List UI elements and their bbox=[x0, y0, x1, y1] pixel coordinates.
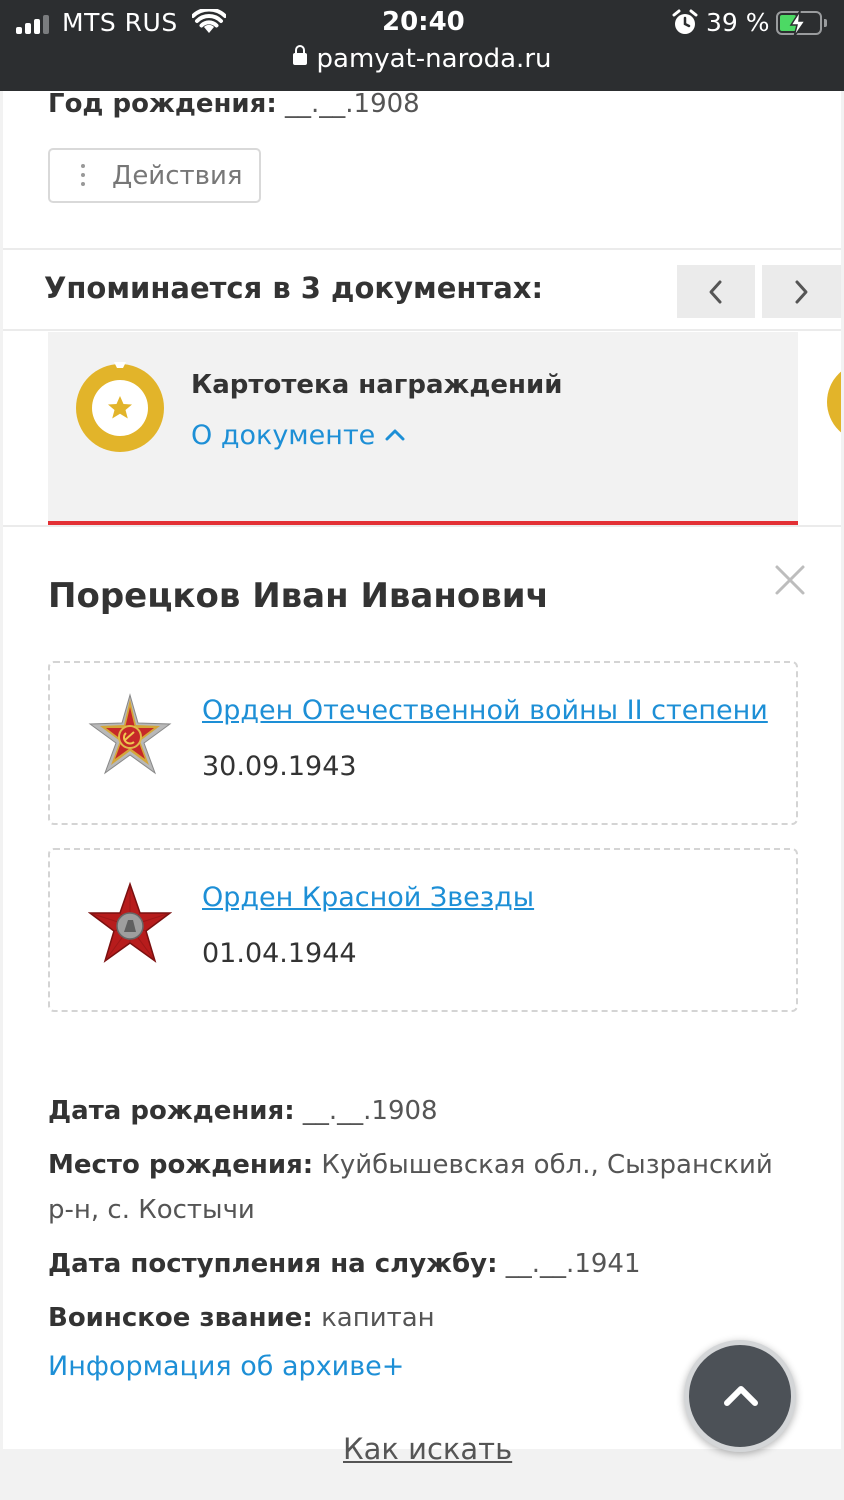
url-text: pamyat-naroda.ru bbox=[316, 44, 552, 74]
rank-value: капитан bbox=[321, 1303, 435, 1333]
divider bbox=[3, 248, 841, 250]
carrier-name: MTS RUS bbox=[62, 8, 178, 37]
lock-icon bbox=[292, 45, 307, 65]
close-icon[interactable] bbox=[773, 563, 807, 597]
service-date-value: __.__.1941 bbox=[505, 1249, 641, 1279]
service-date-label: Дата поступления на службу: bbox=[48, 1249, 498, 1279]
about-document-label: О документе bbox=[191, 420, 376, 451]
actions-button-label: Действия bbox=[112, 160, 243, 191]
chevron-up-icon bbox=[385, 429, 405, 441]
battery-icon bbox=[776, 10, 827, 38]
wifi-icon bbox=[192, 9, 226, 33]
how-to-search-link[interactable]: Как искать bbox=[343, 1432, 512, 1466]
scroll-to-top-button[interactable] bbox=[684, 1340, 796, 1452]
status-time: 20:40 bbox=[382, 7, 465, 37]
rank-label: Воинское звание: bbox=[48, 1303, 313, 1333]
award-item: Орден Отечественной войны II степени 30.… bbox=[48, 661, 798, 825]
order-patriotic-war-icon bbox=[88, 693, 172, 775]
medal-icon bbox=[76, 362, 164, 452]
document-card[interactable]: Картотека награждений О документе bbox=[48, 332, 798, 525]
award-date: 30.09.1943 bbox=[202, 751, 357, 782]
more-vertical-icon bbox=[81, 164, 85, 188]
birth-place-row: Место рождения: Куйбышевская обл., Сызра… bbox=[48, 1143, 798, 1233]
chevron-left-icon bbox=[709, 280, 722, 304]
page-content: Год рождения: __.__.1908 Действия Упомин… bbox=[3, 91, 841, 1449]
birth-date-row: Дата рождения: __.__.1908 bbox=[48, 1089, 798, 1134]
chevron-right-icon bbox=[795, 280, 808, 304]
archive-info-link[interactable]: Информация об архиве+ bbox=[48, 1351, 404, 1382]
alarm-icon bbox=[672, 9, 698, 34]
service-date-row: Дата поступления на службу: __.__.1941 bbox=[48, 1242, 798, 1287]
browser-top-bar: MTS RUS 20:40 39 % pamyat-naroda.ru bbox=[0, 0, 844, 91]
divider bbox=[3, 329, 841, 331]
award-date: 01.04.1944 bbox=[202, 938, 357, 969]
about-document-link[interactable]: О документе bbox=[191, 420, 405, 451]
award-title-link[interactable]: Орден Красной Звезды bbox=[202, 882, 534, 913]
person-name: Порецков Иван Иванович bbox=[48, 576, 549, 616]
birth-place-label: Место рождения: bbox=[48, 1150, 314, 1180]
address-bar[interactable]: pamyat-naroda.ru bbox=[0, 44, 844, 74]
birth-date-value: __.__.1908 bbox=[302, 1096, 438, 1126]
prev-document-button[interactable] bbox=[677, 265, 755, 318]
order-red-star-icon bbox=[88, 881, 172, 963]
document-name: Картотека награждений bbox=[191, 370, 563, 400]
next-document-button[interactable] bbox=[762, 265, 841, 318]
divider bbox=[3, 525, 841, 527]
actions-button[interactable]: Действия bbox=[48, 148, 261, 203]
cellular-signal-icon bbox=[16, 14, 54, 34]
birth-date-label: Дата рождения: bbox=[48, 1096, 295, 1126]
top-birth-year: Год рождения: __.__.1908 bbox=[48, 91, 420, 119]
top-birth-year-label: Год рождения: bbox=[48, 91, 277, 119]
award-title-link[interactable]: Орден Отечественной войны II степени bbox=[202, 695, 768, 726]
top-birth-year-value: __.__.1908 bbox=[285, 91, 420, 119]
battery-percent: 39 % bbox=[706, 8, 770, 37]
chevron-up-icon bbox=[724, 1386, 758, 1406]
award-item: Орден Красной Звезды 01.04.1944 bbox=[48, 848, 798, 1012]
rank-row: Воинское звание: капитан bbox=[48, 1296, 798, 1341]
next-document-medal-icon bbox=[827, 371, 841, 433]
mentions-heading: Упоминается в 3 документах: bbox=[44, 271, 544, 305]
